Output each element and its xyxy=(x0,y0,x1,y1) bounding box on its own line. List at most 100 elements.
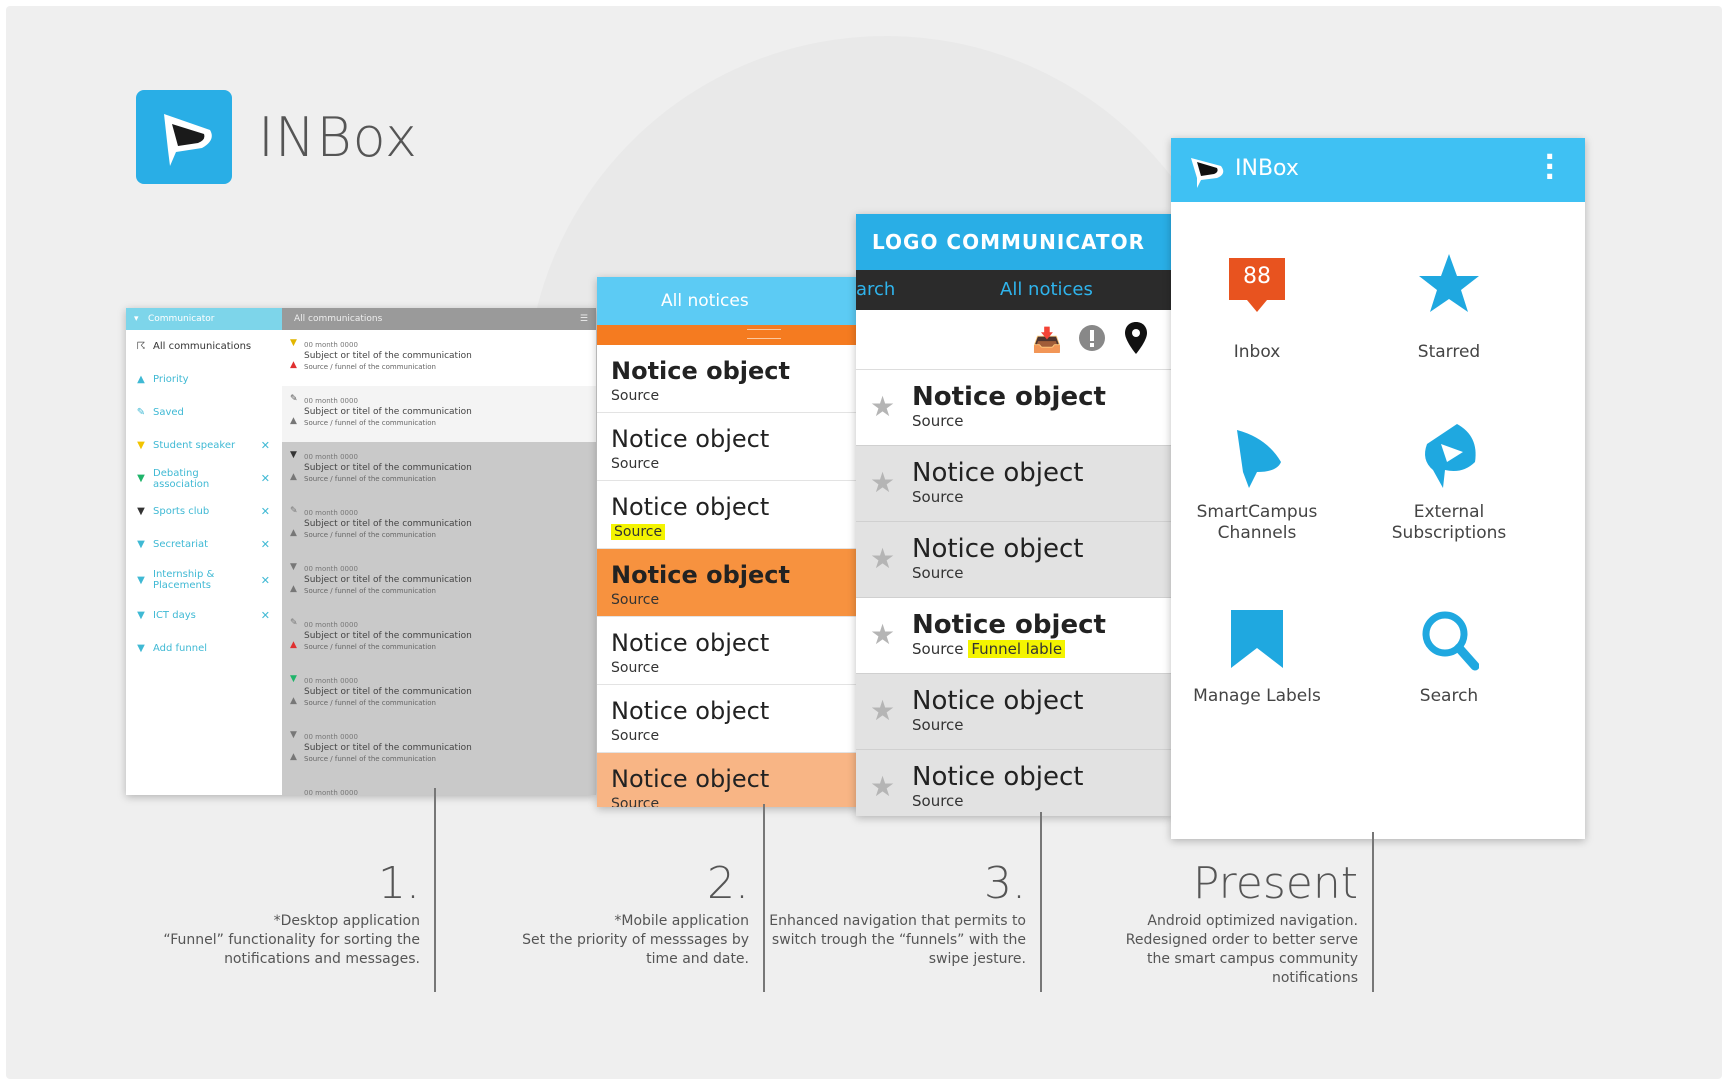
message-row[interactable]: 00 month 0000 xyxy=(282,778,596,795)
sidebar-item[interactable]: ▲ Priority xyxy=(126,363,282,396)
message-subject: Subject or titel of the communication xyxy=(304,519,472,529)
tile-search[interactable]: Search xyxy=(1349,604,1549,707)
remove-icon[interactable]: ✕ xyxy=(261,439,270,452)
notice-item[interactable]: ★ Notice object Source xyxy=(856,750,1172,816)
download-icon[interactable]: 📥 xyxy=(1032,326,1062,354)
sidebar-item[interactable]: ▼ Secretariat ✕ xyxy=(126,528,282,561)
star-icon[interactable]: ★ xyxy=(870,542,895,575)
communicator-header: LOGO COMMUNICATOR xyxy=(856,214,1172,270)
inbox-badge-icon: 88 xyxy=(1171,250,1357,340)
star-icon[interactable]: ★ xyxy=(870,618,895,651)
star-icon[interactable]: ★ xyxy=(870,390,895,423)
tile-manage-labels[interactable]: Manage Labels xyxy=(1171,604,1357,707)
message-row[interactable]: ▼ ▲ 00 month 0000 Subject or titel of the c… xyxy=(282,442,596,498)
desktop-app-screen: ▾ Communicator ☈ All communications ▲ Prior… xyxy=(126,308,596,795)
sidebar-item-label: Secretariat xyxy=(153,539,209,550)
tab-search[interactable]: arch xyxy=(856,270,895,310)
notice-item[interactable]: Notice object Source xyxy=(597,685,859,753)
remove-icon[interactable]: ✕ xyxy=(261,575,270,586)
overflow-menu-icon[interactable]: · · · xyxy=(1544,143,1555,191)
drag-handle-icon[interactable] xyxy=(747,329,781,339)
funnel-icon: ▼ xyxy=(137,539,145,550)
notice-title: Notice object xyxy=(611,561,791,589)
funnel-icon: ▼ xyxy=(137,574,145,586)
channel-megaphone-icon xyxy=(1171,422,1357,500)
notice-item[interactable]: Notice object Source xyxy=(597,345,859,413)
message-row[interactable]: ✎ ▲ 00 month 0000 Subject or titel of the c… xyxy=(282,498,596,554)
alert-icon[interactable] xyxy=(1078,324,1106,358)
notice-title: Notice object xyxy=(912,534,1084,564)
caption-line: Android optimized navigation. xyxy=(1147,913,1358,929)
notice-item[interactable]: ★ Notice object Source Funnel lable xyxy=(856,598,1172,674)
sidebar-item[interactable]: ▼ Debating association ✕ xyxy=(126,462,282,495)
caption-text: *Mobile application Set the priority of m… xyxy=(522,912,749,969)
message-source: Source / funnel of the communication xyxy=(304,531,436,539)
sidebar-item-label: All communications xyxy=(153,341,252,352)
remove-icon[interactable]: ✕ xyxy=(261,472,270,485)
star-icon[interactable]: ★ xyxy=(870,770,895,803)
notice-item[interactable]: ★ Notice object Source xyxy=(856,674,1172,750)
tile-starred[interactable]: Starred xyxy=(1349,250,1549,363)
sidebar-item[interactable]: ▼ Add funnel xyxy=(126,632,282,665)
message-row[interactable]: ▼ ▲ 00 month 0000 Subject or titel of the c… xyxy=(282,722,596,778)
notice-item[interactable]: ★ Notice object Source xyxy=(856,446,1172,522)
message-row[interactable]: ▼ ▲ 00 month 0000 Subject or titel of the c… xyxy=(282,666,596,722)
tab-all-notices[interactable]: All notices xyxy=(1000,270,1093,310)
remove-icon[interactable]: ✕ xyxy=(261,609,270,622)
message-source: Source / funnel of the communication xyxy=(304,587,436,595)
funnel-icon: ▼ xyxy=(290,450,297,460)
notice-item[interactable]: ★ Notice object Source xyxy=(856,522,1172,598)
star-icon[interactable]: ★ xyxy=(870,694,895,727)
tile-inbox[interactable]: 88 Inbox xyxy=(1171,250,1357,363)
message-row[interactable]: ▼ ▲ 00 month 0000 Subject or titel of the c… xyxy=(282,554,596,610)
sidebar-item[interactable]: ☈ All communications xyxy=(126,330,282,363)
tile-external-subscriptions[interactable]: External Subscriptions xyxy=(1349,422,1549,544)
message-row[interactable]: ▼ ▲ 00 month 0000 Subject or titel of the c… xyxy=(282,330,596,386)
message-subject: Subject or titel of the communication xyxy=(304,351,472,361)
sidebar-list: ☈ All communications ▲ Priority ✎ Saved ▼ Stude… xyxy=(126,330,282,665)
remove-icon[interactable]: ✕ xyxy=(261,538,270,551)
tile-smartcampus-channels[interactable]: SmartCampus Channels xyxy=(1171,422,1357,544)
sidebar-item[interactable]: ✎ Saved xyxy=(126,396,282,429)
notice-item[interactable]: Notice object Source xyxy=(597,549,859,617)
inbox-logo-icon xyxy=(1191,158,1224,188)
caption-number: 2. xyxy=(707,858,749,909)
mobile-app-screen: All notices Notice object Source Notice ob… xyxy=(597,277,859,807)
caption-line: “Funnel” functionality for sorting the xyxy=(163,932,420,948)
sidebar-item[interactable]: ▼ ICT days ✕ xyxy=(126,599,282,632)
notice-item[interactable]: Notice object Source xyxy=(597,753,859,807)
notice-item[interactable]: Notice object Source xyxy=(597,413,859,481)
notice-title: Notice object xyxy=(611,629,770,657)
caption-line: Enhanced navigation that permits to xyxy=(769,913,1026,929)
caption-text: *Desktop application “Funnel” functionali… xyxy=(163,912,420,969)
priority-icon: ▲ xyxy=(290,528,297,538)
sidebar-item[interactable]: ▼ Internship & Placements ✕ xyxy=(126,561,282,599)
message-subject: Subject or titel of the communication xyxy=(304,687,472,697)
notice-source: Source xyxy=(611,524,666,540)
app-title: INBox xyxy=(1235,156,1299,181)
remove-icon[interactable]: ✕ xyxy=(261,505,270,518)
caption-line: the smart campus community xyxy=(1147,951,1358,967)
message-subject: Subject or titel of the communication xyxy=(304,743,472,753)
caption-line: *Mobile application xyxy=(614,913,749,929)
sidebar-item[interactable]: ▼ Student speaker ✕ xyxy=(126,429,282,462)
priority-bar[interactable] xyxy=(597,325,859,345)
notice-item[interactable]: Notice object Source xyxy=(597,617,859,685)
star-icon[interactable]: ★ xyxy=(870,466,895,499)
external-megaphone-icon xyxy=(1349,422,1549,500)
sidebar-item-label: Saved xyxy=(153,407,184,418)
sidebar-item[interactable]: ▼ Sports club ✕ xyxy=(126,495,282,528)
sidebar-item-label: Sports club xyxy=(153,506,210,517)
notice-title: Notice object xyxy=(912,762,1084,792)
message-row[interactable]: ✎ ▲ 00 month 0000 Subject or titel of the c… xyxy=(282,386,596,442)
menu-icon[interactable]: ☰ xyxy=(580,308,588,330)
tile-label: External Subscriptions xyxy=(1391,502,1507,543)
notice-item[interactable]: ★ Notice object Source xyxy=(856,370,1172,446)
message-rows: ▼ ▲ 00 month 0000 Subject or titel of the c… xyxy=(282,330,596,795)
mobile-header[interactable]: All notices xyxy=(597,277,859,325)
notice-item[interactable]: Notice object Source xyxy=(597,481,859,549)
message-row[interactable]: ✎ ▲ 00 month 0000 Subject or titel of the c… xyxy=(282,610,596,666)
caption-number: Present xyxy=(1192,858,1358,909)
location-pin-icon[interactable] xyxy=(1124,322,1148,360)
message-date: 00 month 0000 xyxy=(304,789,358,795)
